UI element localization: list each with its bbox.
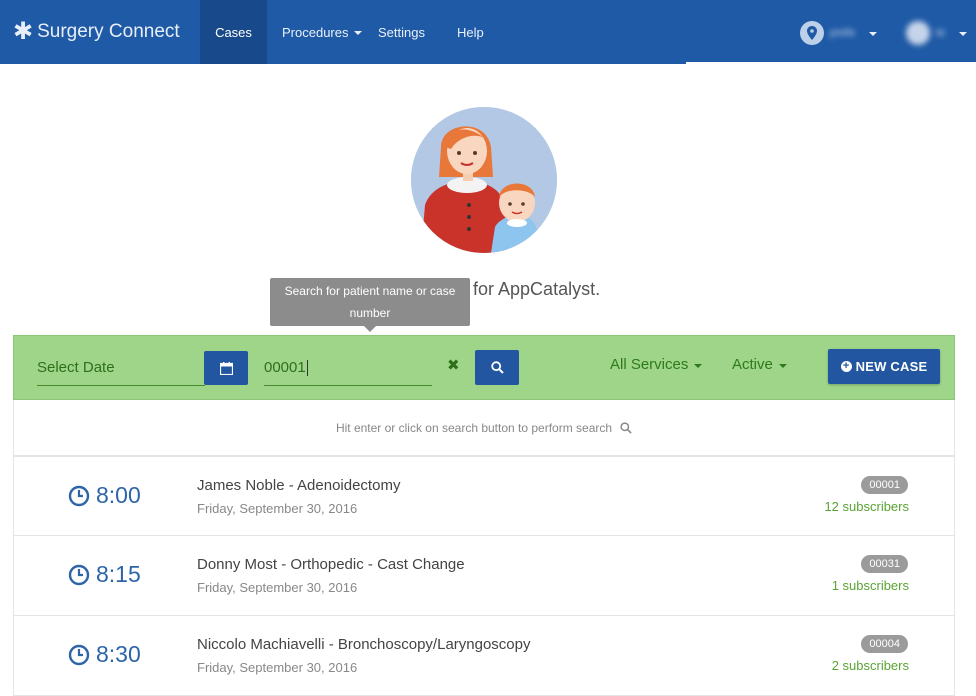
nav-tab-cases[interactable]: Cases [200, 0, 267, 64]
chevron-down-icon [354, 31, 363, 35]
clock-icon [68, 485, 90, 506]
case-subscribers: 1 subscribers [831, 578, 909, 593]
case-row[interactable]: 8:30 Niccolo Machiavelli - Bronchoscopy/… [13, 616, 955, 696]
nav-tab-cases-label: Cases [215, 24, 252, 40]
status-filter-label: Active [732, 356, 773, 373]
search-icon [620, 421, 632, 434]
case-date: Friday, September 30, 2016 [197, 660, 358, 675]
case-title: James Noble - Adenoidectomy [197, 477, 401, 494]
nav-tab-settings-label: Settings [378, 24, 425, 40]
search-button[interactable] [475, 350, 519, 385]
chevron-down-icon [778, 363, 787, 368]
case-date: Friday, September 30, 2016 [197, 501, 358, 516]
date-input[interactable]: Select Date [37, 354, 205, 386]
user-menu[interactable]: te [906, 21, 968, 45]
nav-tab-procedures[interactable]: Procedures [282, 0, 363, 64]
services-filter[interactable]: All Services [610, 356, 703, 373]
map-pin-icon [800, 21, 824, 45]
patient-family-avatar [411, 107, 557, 253]
case-title: Donny Most - Orthopedic - Cast Change [197, 556, 465, 573]
case-time: 8:00 [68, 482, 141, 509]
case-time: 8:15 [68, 561, 141, 588]
case-time-text: 8:15 [96, 561, 141, 587]
calendar-icon [219, 361, 233, 375]
nav-tab-settings[interactable]: Settings [378, 0, 425, 64]
case-subscribers: 2 subscribers [831, 658, 909, 673]
location-label: prefe [830, 27, 856, 39]
nav-tab-help[interactable]: Help [457, 0, 484, 64]
search-icon [490, 361, 504, 374]
clear-search-icon[interactable]: ✖ [447, 356, 460, 374]
text-cursor [306, 360, 308, 377]
user-avatar [906, 21, 930, 45]
chevron-down-icon [694, 363, 703, 368]
case-number-badge: 00001 [861, 476, 908, 494]
search-toolbar: Select Date 00001 ✖ All Services Active … [13, 335, 955, 400]
search-hint-text: Hit enter or click on search button to p… [335, 420, 613, 435]
case-date: Friday, September 30, 2016 [197, 580, 358, 595]
chevron-down-icon [869, 32, 878, 36]
nav-tab-procedures-label: Procedures [282, 24, 349, 40]
nav-tab-help-label: Help [457, 24, 484, 40]
status-filter[interactable]: Active [732, 356, 787, 373]
navbar-underline [686, 62, 976, 64]
new-case-button[interactable]: + NEW CASE [828, 349, 940, 384]
case-row[interactable]: 8:00 James Noble - Adenoidectomy Friday,… [13, 456, 955, 536]
location-menu[interactable]: prefe [800, 21, 878, 45]
services-filter-label: All Services [610, 356, 689, 373]
search-tooltip: Search for patient name or case number [270, 278, 470, 332]
case-time: 8:30 [68, 641, 141, 668]
asterisk-logo-icon: ✱ [13, 18, 34, 45]
case-number-badge: 00031 [861, 555, 908, 573]
case-list: 8:00 James Noble - Adenoidectomy Friday,… [13, 456, 955, 696]
user-label: te [936, 27, 946, 39]
search-input[interactable]: 00001 [264, 354, 432, 386]
plus-circle-icon: + [840, 361, 852, 372]
case-subscribers: 12 subscribers [824, 499, 909, 514]
case-number-badge: 00004 [861, 635, 908, 653]
top-navbar: ✱ Surgery Connect Cases Procedures Setti… [0, 0, 976, 64]
clock-icon [68, 564, 90, 585]
calendar-button[interactable] [204, 351, 248, 385]
case-title: Niccolo Machiavelli - Bronchoscopy/Laryn… [197, 636, 531, 653]
app-brand[interactable]: ✱ Surgery Connect [13, 18, 180, 46]
case-time-text: 8:30 [96, 641, 141, 667]
case-row[interactable]: 8:15 Donny Most - Orthopedic - Cast Chan… [13, 536, 955, 616]
search-input-value: 00001 [264, 359, 306, 376]
chevron-down-icon [959, 32, 968, 36]
clock-icon [68, 644, 90, 665]
search-hint: Hit enter or click on search button to p… [13, 400, 955, 456]
new-case-label: NEW CASE [855, 359, 928, 374]
case-time-text: 8:00 [96, 482, 141, 508]
app-title: Surgery Connect [37, 21, 180, 42]
